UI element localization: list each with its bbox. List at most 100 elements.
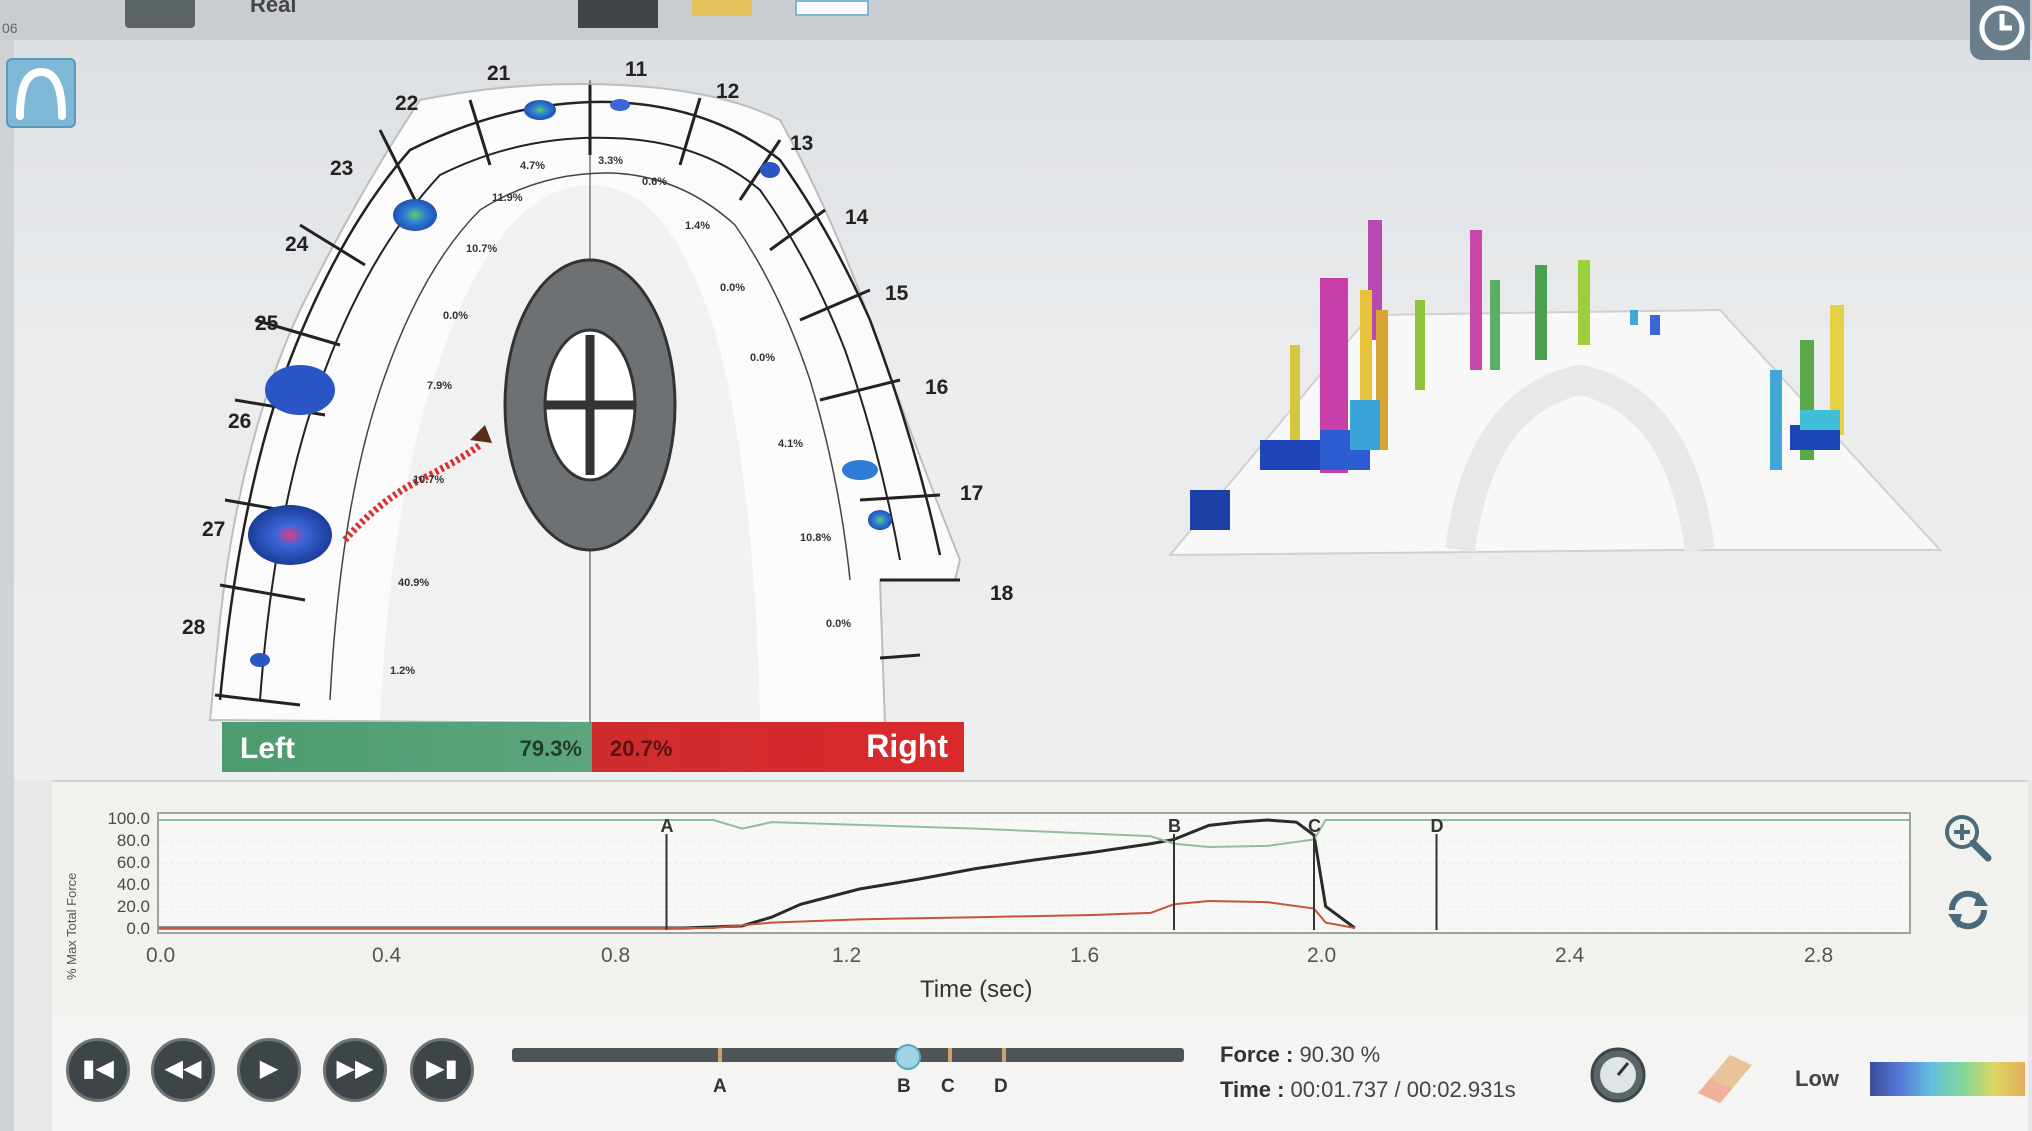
toolbar-button-1[interactable] bbox=[125, 0, 195, 28]
slider-label: B bbox=[897, 1076, 911, 1097]
clock-icon bbox=[1979, 5, 2025, 51]
tooth-percent: 0.0% bbox=[826, 618, 852, 630]
slider-mark-d bbox=[1002, 1048, 1006, 1062]
tooth-number: 28 bbox=[182, 616, 206, 639]
tooth-number: 13 bbox=[790, 132, 814, 155]
tooth-percent: 1.4% bbox=[685, 220, 711, 232]
marker-label-d: D bbox=[1431, 816, 1444, 836]
tooth-percent: 0.0% bbox=[750, 352, 776, 364]
tooth-number: 22 bbox=[395, 92, 419, 115]
series-line-0 bbox=[159, 818, 1356, 930]
tooth-percent: 4.1% bbox=[778, 438, 804, 450]
toolbar-button-3[interactable] bbox=[692, 0, 752, 16]
force-label: Force : bbox=[1220, 1042, 1294, 1067]
y-tick: 60.0 bbox=[116, 853, 150, 872]
tooth-percent: 1.2% bbox=[390, 665, 416, 677]
tooth-percent: 4.7% bbox=[520, 160, 546, 172]
tooth-number: 12 bbox=[716, 80, 740, 103]
clock-button[interactable] bbox=[1970, 0, 2030, 60]
tooth-number: 25 bbox=[255, 312, 279, 335]
slider-mark-c bbox=[948, 1048, 952, 1062]
left-balance-bar: Left 79.3% bbox=[222, 722, 592, 772]
eraser-icon bbox=[1698, 1055, 1752, 1103]
marker-label-b: B bbox=[1168, 816, 1181, 836]
x-tick: 1.2 bbox=[832, 944, 862, 967]
tooth-number: 18 bbox=[990, 582, 1014, 605]
tooth-number: 15 bbox=[885, 282, 909, 305]
refresh-button[interactable] bbox=[1942, 884, 1994, 941]
slider-label: C bbox=[941, 1076, 955, 1097]
fast-forward-icon: ▶▶ bbox=[336, 1055, 374, 1082]
top-menu-label[interactable]: Real bbox=[250, 0, 296, 18]
tooth-number: 16 bbox=[925, 376, 949, 399]
force-readout: Force : 90.30 % bbox=[1220, 1042, 1380, 1068]
y-tick: 20.0 bbox=[116, 897, 150, 916]
slider-label: D bbox=[994, 1076, 1008, 1097]
toolbar-button-4[interactable] bbox=[795, 0, 869, 16]
tooth-number: 11 bbox=[625, 58, 648, 81]
y-tick: 40.0 bbox=[116, 875, 150, 894]
playback-slider-thumb[interactable] bbox=[895, 1044, 921, 1070]
tooth-percent: 10.8% bbox=[800, 532, 832, 544]
left-label: Left bbox=[240, 732, 295, 765]
tooth-number: 17 bbox=[960, 482, 984, 505]
playback-slider[interactable] bbox=[512, 1048, 1184, 1062]
top-toolbar: 06 Real bbox=[0, 0, 2032, 41]
series-line-1 bbox=[159, 899, 1356, 929]
slider-mark-a bbox=[718, 1048, 722, 1062]
eraser-button[interactable] bbox=[1690, 1045, 1760, 1110]
y-tick: 80.0 bbox=[116, 831, 150, 850]
marker-label-c: C bbox=[1308, 816, 1321, 836]
force-value: 90.30 % bbox=[1299, 1042, 1381, 1067]
zoom-in-icon bbox=[1945, 815, 1992, 862]
x-tick: 2.0 bbox=[1307, 944, 1337, 967]
play-icon: ▶ bbox=[259, 1055, 279, 1082]
x-tick: 0.0 bbox=[146, 944, 176, 967]
tooth-number: 23 bbox=[330, 157, 354, 180]
toolbar-button-2[interactable] bbox=[578, 0, 658, 28]
top-left-text: 06 bbox=[2, 20, 18, 36]
tooth-percent: 10.7% bbox=[413, 474, 445, 486]
tooth-percent: 0.0% bbox=[443, 310, 469, 322]
skip-start-button[interactable]: ▮◀ bbox=[66, 1038, 130, 1102]
skip-start-icon: ▮◀ bbox=[82, 1055, 114, 1082]
x-tick: 0.4 bbox=[372, 944, 402, 967]
graph-ylabel: % Max Total Force bbox=[64, 872, 79, 980]
arch-3d-view bbox=[1167, 220, 1943, 557]
x-tick: 2.8 bbox=[1804, 944, 1834, 967]
play-button[interactable]: ▶ bbox=[237, 1038, 301, 1102]
tooth-number: 27 bbox=[202, 518, 226, 541]
fast-forward-button[interactable]: ▶▶ bbox=[323, 1038, 387, 1102]
tooth-number: 24 bbox=[285, 233, 309, 256]
skip-end-button[interactable]: ▶▮ bbox=[410, 1038, 474, 1102]
rewind-button[interactable]: ◀◀ bbox=[151, 1038, 215, 1102]
zoom-in-button[interactable] bbox=[1940, 810, 1996, 871]
tooth-percent: 40.9% bbox=[398, 577, 430, 589]
right-value: 20.7% bbox=[610, 736, 673, 761]
tooth-percent: 3.3% bbox=[598, 155, 624, 167]
time-label: Time : bbox=[1220, 1077, 1285, 1102]
left-value: 79.3% bbox=[519, 736, 582, 761]
gauge-button[interactable] bbox=[1588, 1045, 1648, 1110]
right-balance-bar: 20.7% Right bbox=[592, 722, 964, 772]
y-tick: 0.0 bbox=[126, 919, 150, 938]
scale-label: Low bbox=[1795, 1066, 1839, 1091]
series-line-2 bbox=[159, 819, 1909, 849]
tooth-percent: 10.7% bbox=[466, 243, 498, 255]
tooth-percent: 7.9% bbox=[427, 380, 453, 392]
tooth-percent: 0.6% bbox=[642, 176, 668, 188]
skip-end-icon: ▶▮ bbox=[426, 1055, 458, 1082]
force-plot[interactable]: A B C D bbox=[157, 812, 1911, 934]
tooth-number: 14 bbox=[845, 206, 869, 229]
left-edge bbox=[0, 40, 14, 1131]
graph-xlabel: Time (sec) bbox=[920, 976, 1033, 1003]
tooth-number: 21 bbox=[487, 62, 511, 85]
arch-view-button[interactable] bbox=[6, 58, 76, 128]
tooth-percent: 11.9% bbox=[492, 192, 523, 204]
y-tick: 100.0 bbox=[107, 809, 150, 828]
x-tick: 0.8 bbox=[601, 944, 631, 967]
x-tick: 1.6 bbox=[1070, 944, 1100, 967]
force-plot-svg: A B C D bbox=[159, 816, 1909, 930]
tooth-number: 26 bbox=[228, 410, 252, 433]
color-scale bbox=[1870, 1062, 2025, 1096]
